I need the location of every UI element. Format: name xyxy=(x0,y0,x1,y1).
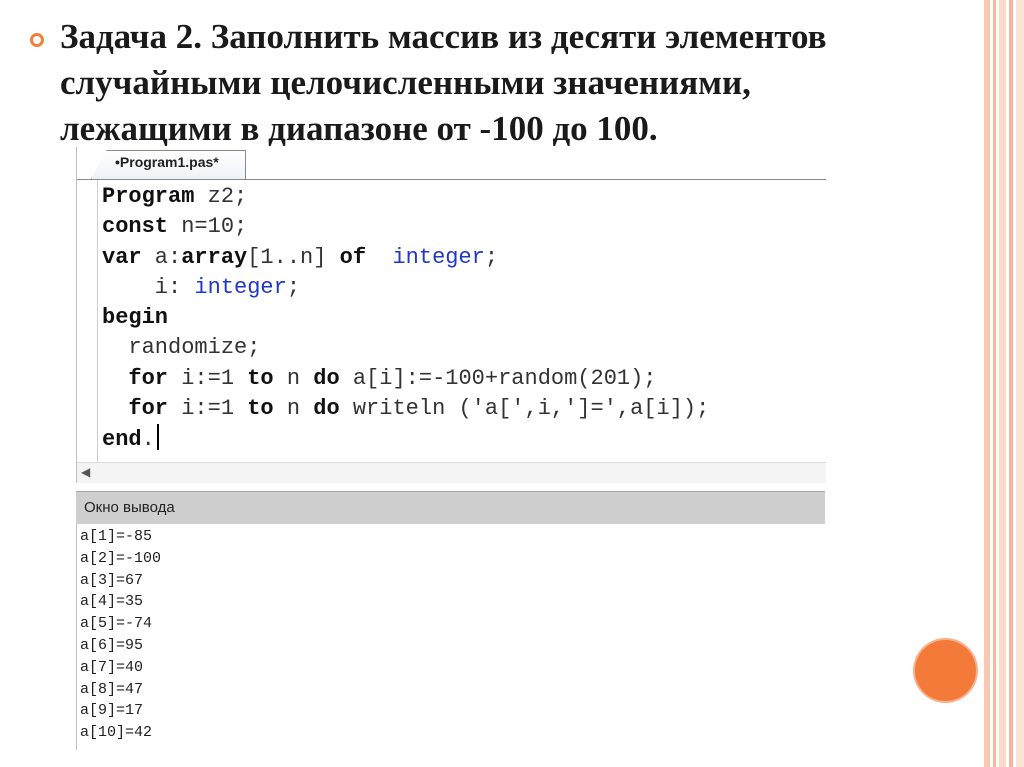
code-line: randomize; xyxy=(102,335,261,361)
output-window: a[1]=-85 a[2]=-100 a[3]=67 a[4]=35 a[5]=-74 a… xyxy=(76,524,826,750)
scroll-left-arrow-icon[interactable]: ◀ xyxy=(81,465,90,479)
code-line: for i:=1 to n do writeln ('a[',i,']=',a[… xyxy=(128,396,710,422)
stripe xyxy=(993,0,996,767)
code-line: const n=10; xyxy=(102,214,248,240)
decorative-stripes xyxy=(984,0,1024,767)
code-editor[interactable]: •Program1.pas* Program z2; const n=10; var… xyxy=(76,147,826,483)
output-line: a[5]=-74 xyxy=(80,615,153,633)
output-line: a[4]=35 xyxy=(80,593,144,611)
editor-tab-bar: •Program1.pas* xyxy=(77,147,826,180)
code-line: begin xyxy=(102,305,169,331)
code-line: end. xyxy=(102,424,709,454)
stripe xyxy=(999,0,1006,767)
text-caret xyxy=(156,424,159,451)
output-lines: a[1]=-85 a[2]=-100 a[3]=67 a[4]=35 a[5]=-74 a… xyxy=(77,526,161,744)
output-line: a[8]=47 xyxy=(80,680,144,698)
horizontal-scrollbar[interactable]: ◀ xyxy=(77,462,826,483)
output-line: a[9]=17 xyxy=(80,702,144,720)
output-line: a[3]=67 xyxy=(80,571,144,589)
tab-label: •Program1.pas* xyxy=(115,154,219,170)
code-area[interactable]: Program z2; const n=10; var a:array[1..n] … xyxy=(102,182,709,455)
bullet-icon xyxy=(30,33,44,47)
stripe xyxy=(1016,0,1024,767)
output-line: a[2]=-100 xyxy=(80,549,162,567)
output-line: a[10]=42 xyxy=(80,724,153,742)
code-line: i: integer; xyxy=(102,274,301,300)
slide-title: Задача 2. Заполнить массив из десяти эле… xyxy=(60,17,827,148)
code-line: var a:array[1..n] of integer; xyxy=(102,244,499,270)
output-window-header: Окно вывода xyxy=(76,491,825,524)
stripe xyxy=(984,0,990,767)
output-window-title: Окно вывода xyxy=(84,499,175,516)
output-line: a[6]=95 xyxy=(80,636,144,654)
output-line: a[7]=40 xyxy=(80,658,144,676)
output-line: a[1]=-85 xyxy=(80,528,153,545)
stripe xyxy=(1009,0,1013,767)
decorative-circle xyxy=(915,640,976,701)
code-line: Program z2; xyxy=(102,184,248,209)
editor-gutter xyxy=(77,180,98,462)
code-line: for i:=1 to n do a[i]:=-100+random(201); xyxy=(128,365,657,391)
